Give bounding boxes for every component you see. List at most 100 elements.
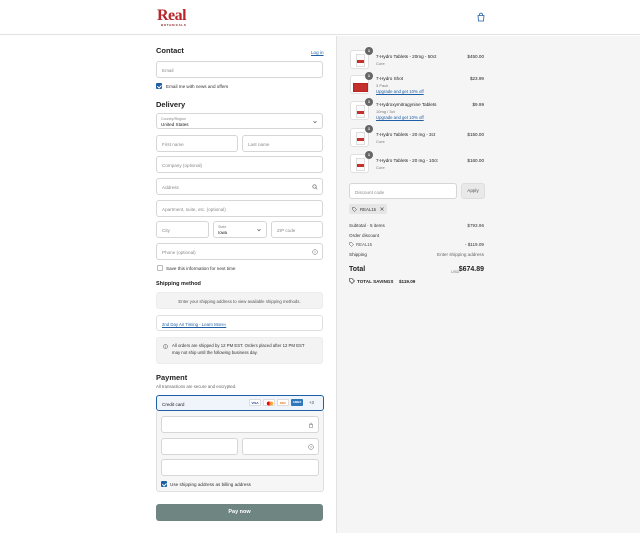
total-savings-value: $119.09 (399, 279, 416, 284)
item-variant: Core (376, 165, 385, 170)
phone-placeholder: Phone (optional) (162, 250, 196, 255)
shopping-bag-icon[interactable] (476, 12, 486, 22)
zip-placeholder: ZIP code (277, 228, 296, 233)
close-icon[interactable] (380, 207, 384, 211)
discount-tag: REAL15 (349, 204, 387, 214)
discount-tag-code: REAL15 (360, 206, 377, 212)
subtotal-label: Subtotal · 5 items (349, 223, 385, 228)
item-price: $9.99 (472, 102, 485, 107)
name-on-card-field[interactable] (161, 459, 319, 476)
email-placeholder: Email (162, 68, 174, 73)
billing-address-label: Use shipping address as billing address (170, 481, 251, 487)
state-select[interactable]: State Iowa (213, 221, 267, 238)
visa-icon: VISA (249, 399, 261, 406)
address-field[interactable]: Address (156, 178, 323, 195)
svg-text:?: ? (310, 445, 312, 449)
quantity-badge: 1 (365, 151, 373, 159)
upgrade-link[interactable]: Upgrade and get 10% off (376, 115, 424, 120)
apartment-placeholder: Apartment, suite, etc. (optional) (162, 207, 226, 212)
save-info-checkbox[interactable] (157, 265, 163, 271)
payment-heading: Payment (156, 373, 188, 382)
help-circle-icon[interactable]: ? (308, 444, 314, 450)
city-field[interactable]: City (156, 221, 209, 238)
state-value: Iowa (218, 230, 228, 235)
item-name: 7-Hydro Shot (376, 76, 404, 81)
newsletter-checkbox[interactable] (156, 83, 162, 89)
upgrade-link[interactable]: Upgrade and get 10% off (376, 89, 424, 94)
last-name-field[interactable]: Last name (242, 135, 323, 152)
discount-code-field[interactable]: Discount code (349, 183, 457, 199)
info-icon (163, 344, 168, 349)
tag-icon (349, 242, 354, 247)
last-name-placeholder: Last name (248, 142, 270, 147)
security-code-field[interactable]: ? (242, 438, 319, 455)
header: Real BOTANICALS (0, 0, 640, 35)
shipping-notice-text: Enter your shipping address to view avai… (178, 299, 301, 304)
shipping-info-line1: All orders are shipped by 12 PM EST. Ord… (172, 343, 305, 348)
credit-card-label: Credit card (162, 401, 185, 407)
shipping-notice: Enter your shipping address to view avai… (156, 292, 323, 309)
pay-now-button[interactable]: Pay now (156, 504, 323, 521)
tag-icon (352, 206, 357, 212)
item-price: $150.00 (467, 132, 484, 137)
city-placeholder: City (162, 228, 170, 233)
company-field[interactable]: Company (optional) (156, 156, 323, 173)
item-price: $23.99 (469, 76, 484, 81)
brand-logo[interactable]: Real (157, 8, 187, 24)
billing-address-checkbox[interactable] (161, 481, 167, 487)
item-name: 7-Hydro Tablets - 20 mg - 3ct (376, 132, 436, 137)
quantity-badge: 1 (365, 72, 373, 80)
quantity-badge: 1 (365, 125, 373, 133)
help-circle-icon[interactable]: ? (312, 249, 318, 255)
shipping-heading: Shipping method (156, 281, 201, 287)
phone-field[interactable]: Phone (optional) ? (156, 243, 323, 260)
login-link[interactable]: Log in (311, 50, 324, 55)
shipping-label: Shipping (349, 252, 367, 257)
air-timing-link[interactable]: 2nd Day Air Timing - Learn More» (162, 322, 226, 327)
item-variant: 10mg / 3ct (376, 109, 395, 114)
company-placeholder: Company (optional) (162, 163, 203, 168)
zip-field[interactable]: ZIP code (271, 221, 323, 238)
first-name-field[interactable]: First name (156, 135, 238, 152)
total-label: Total (349, 266, 366, 273)
email-field[interactable]: Email (156, 61, 323, 78)
svg-text:?: ? (314, 250, 316, 254)
total-savings-label: TOTAL SAVINGS (357, 279, 394, 284)
country-value: United States (161, 122, 189, 127)
contact-heading: Contact (156, 46, 184, 55)
apartment-field[interactable]: Apartment, suite, etc. (optional) (156, 200, 323, 217)
air-timing-box: 2nd Day Air Timing - Learn More» (156, 315, 323, 331)
country-select[interactable]: Country/Region United States (156, 113, 323, 129)
address-placeholder: Address (162, 185, 179, 190)
item-price: $160.00 (467, 158, 484, 163)
shipping-info-line2: may not ship until the following busines… (172, 350, 258, 355)
card-number-field[interactable] (161, 416, 319, 433)
quantity-badge: 1 (365, 47, 373, 55)
expiry-field[interactable] (161, 438, 238, 455)
delivery-heading: Delivery (156, 100, 186, 109)
mastercard-icon (263, 399, 275, 406)
discount-code-placeholder: Discount code (355, 189, 385, 195)
order-discount-code: REAL15 (356, 242, 373, 247)
item-variant: 3 Pack (376, 83, 389, 88)
tag-icon (349, 278, 355, 284)
discover-icon: DISC (277, 399, 289, 406)
amex-icon: AMEX (291, 399, 303, 406)
order-discount-label: Order discount (349, 233, 380, 238)
subtotal-value: $793.96 (467, 223, 484, 228)
shipping-value: Enter shipping address (437, 252, 484, 257)
shipping-info-box: All orders are shipped by 12 PM EST. Ord… (156, 337, 323, 364)
item-name: 7-Hydroxymitragynine Tablets (376, 102, 437, 107)
lock-icon (309, 422, 313, 428)
apply-button[interactable]: Apply (461, 183, 485, 199)
newsletter-label: Email me with news and offers (166, 83, 229, 89)
item-variant: Core (376, 139, 385, 144)
state-label: State (218, 224, 227, 229)
chevron-down-icon (313, 120, 317, 124)
item-variant: Core (376, 61, 385, 66)
order-discount-value: - $119.09 (464, 242, 484, 247)
total-value: $674.89 (458, 266, 484, 273)
country-label: Country/Region (161, 116, 186, 121)
item-name: 7-Hydro Tablets - 20mg - 50ct (376, 54, 437, 59)
search-icon (312, 184, 318, 190)
